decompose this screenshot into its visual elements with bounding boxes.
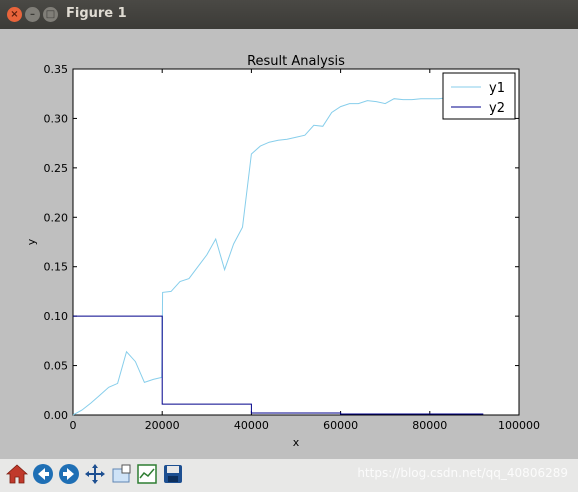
y-tick-label: 0.25 [44,162,69,175]
x-axis-label: x [293,436,300,449]
zoom-icon[interactable] [110,463,132,485]
x-tick-label: 100000 [498,419,540,432]
legend: y1y2 [442,72,516,120]
window-title: Figure 1 [66,6,127,21]
pan-icon[interactable] [84,463,106,485]
close-button[interactable]: × [7,7,22,22]
y-tick-label: 0.15 [44,261,69,274]
x-tick-label: 40000 [234,419,269,432]
y-tick-label: 0.35 [44,63,69,76]
plot-area [72,68,520,416]
y-tick-label: 0.20 [44,211,69,224]
watermark: https://blog.csdn.net/qq_40806289 [357,466,568,480]
y-tick-label: 0.30 [44,112,69,125]
y-tick-label: 0.00 [44,409,69,422]
minimize-button[interactable]: – [25,7,40,22]
configure-subplots-icon[interactable] [136,463,158,485]
y-axis-label: y [25,238,38,245]
y-tick-label: 0.05 [44,360,69,373]
x-tick-label: 20000 [145,419,180,432]
title-bar: × – □ Figure 1 [0,0,578,29]
maximize-button[interactable]: □ [43,7,58,22]
chart-title: Result Analysis [247,54,345,69]
navigation-toolbar: https://blog.csdn.net/qq_40806289 [0,459,578,492]
home-icon[interactable] [6,463,28,485]
y-tick-label: 0.10 [44,310,69,323]
x-tick-label: 0 [70,419,77,432]
x-tick-label: 80000 [412,419,447,432]
back-icon[interactable] [32,463,54,485]
figure-window: × – □ Figure 1 Result Analysis x y 0 2000… [0,0,578,492]
figure-canvas: Result Analysis x y 0 20000 40000 60000 8000… [0,29,578,459]
save-icon[interactable] [162,463,184,485]
line-chart: Result Analysis x y 0 20000 40000 60000 8000… [25,54,540,449]
legend-label-y1: y1 [489,81,505,96]
legend-label-y2: y2 [489,101,505,116]
x-tick-label: 60000 [323,419,358,432]
forward-icon[interactable] [58,463,80,485]
